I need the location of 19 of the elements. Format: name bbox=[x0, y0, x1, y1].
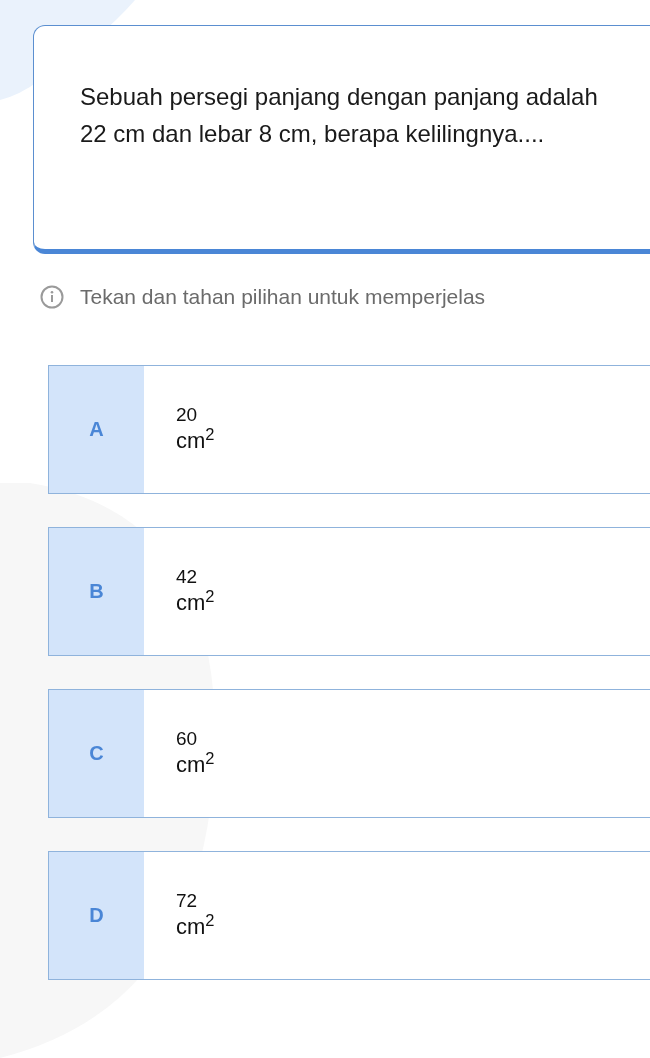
option-letter: D bbox=[49, 851, 144, 979]
question-text: Sebuah persegi panjang dengan panjang adalah 22 cm dan lebar 8 cm, berapa kelilingnya.... bbox=[80, 82, 599, 149]
option-unit: cm$^{2}$ bbox=[176, 751, 215, 779]
answer-option[interactable]: A 20 cm$^{2}$ bbox=[48, 364, 650, 494]
hint-text: Tekan dan tahan pilihan untuk memperjelas bbox=[80, 284, 486, 310]
option-value: 60 bbox=[176, 727, 199, 751]
answer-option[interactable]: B 42 cm$^{2}$ bbox=[48, 526, 650, 656]
option-unit: cm$^{2}$ bbox=[176, 589, 215, 617]
option-value: 72 bbox=[176, 889, 199, 913]
option-unit: cm$^{2}$ bbox=[176, 427, 215, 455]
option-letter: A bbox=[49, 365, 144, 493]
info-icon bbox=[40, 284, 64, 309]
option-value: 42 bbox=[176, 565, 199, 589]
option-unit: cm$^{2}$ bbox=[176, 913, 215, 941]
answer-option[interactable]: C 60 cm$^{2}$ bbox=[48, 688, 650, 818]
answer-option[interactable]: D 72 cm$^{2}$ bbox=[48, 850, 650, 980]
option-letter: C bbox=[49, 689, 144, 817]
option-value: 20 bbox=[176, 403, 199, 427]
option-letter: B bbox=[49, 527, 144, 655]
